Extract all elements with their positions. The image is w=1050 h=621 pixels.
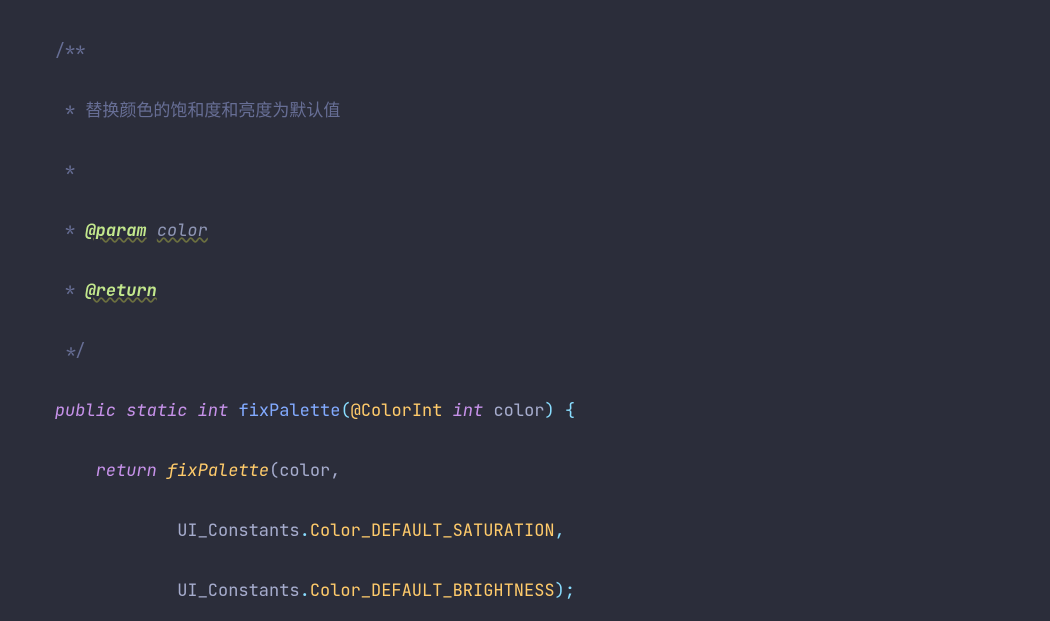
code-line: * — [0, 156, 1050, 186]
keyword-static: static — [126, 400, 187, 422]
keyword-public: public — [55, 400, 116, 422]
javadoc-param-name: color — [157, 220, 208, 242]
code-line: return fixPalette(color, — [0, 456, 1050, 486]
code-line: * @param color — [0, 216, 1050, 246]
param-color: color — [493, 400, 544, 422]
type-int: int — [198, 400, 229, 422]
javadoc-return-tag: @return — [85, 280, 156, 302]
code-line: UI_Constants.Color_DEFAULT_SATURATION, — [0, 516, 1050, 546]
javadoc-end: */ — [55, 340, 86, 362]
annotation: @ColorInt — [351, 400, 443, 422]
class-ref: UI_Constants — [177, 580, 299, 602]
code-line: public static int fixPalette(@ColorInt i… — [0, 396, 1050, 426]
code-editor[interactable]: /** * 替换颜色的饱和度和亮度为默认值 * * @param color *… — [0, 0, 1050, 621]
keyword-return: return — [96, 460, 157, 482]
constant: Color_DEFAULT_BRIGHTNESS — [310, 580, 555, 602]
javadoc-start: /** — [55, 40, 86, 62]
class-ref: UI_Constants — [177, 520, 299, 542]
code-line: */ — [0, 336, 1050, 366]
code-line: * @return — [0, 276, 1050, 306]
javadoc-description: 替换颜色的饱和度和亮度为默认值 — [85, 100, 340, 122]
method-call: fixPalette — [167, 460, 269, 482]
code-line: /** — [0, 36, 1050, 66]
code-line: UI_Constants.Color_DEFAULT_BRIGHTNESS); — [0, 576, 1050, 606]
constant: Color_DEFAULT_SATURATION — [310, 520, 555, 542]
code-line: * 替换颜色的饱和度和亮度为默认值 — [0, 96, 1050, 126]
javadoc-param-tag: @param — [85, 220, 146, 242]
method-name: fixPalette — [238, 400, 340, 422]
